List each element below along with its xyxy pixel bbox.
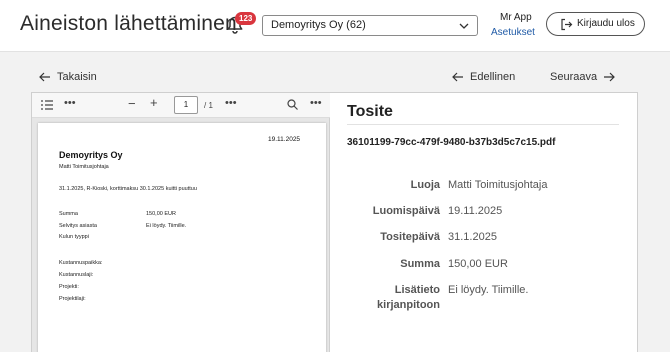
page-number-input[interactable]: 1	[174, 96, 198, 114]
pdf-description: 31.1.2025, R-Kioski, korttimaksu 30.1.20…	[59, 186, 197, 192]
settings-link[interactable]: Asetukset	[491, 27, 535, 38]
document-panel: ••• − + 1 / 1 ••• ••• 19.11.2025 Demoyri…	[31, 92, 638, 352]
arrow-left-icon	[452, 72, 463, 82]
field-value-voucher-date: 31.1.2025	[448, 231, 497, 243]
pdf-toolbar: ••• − + 1 / 1 ••• •••	[32, 93, 330, 118]
company-select-value: Demoyritys Oy (62)	[271, 19, 366, 31]
next-link[interactable]: Seuraava	[550, 71, 615, 83]
arrow-left-icon	[39, 72, 50, 82]
arrow-right-icon	[604, 72, 615, 82]
field-value-info: Ei löydy. Tiimille.	[448, 284, 529, 296]
pdf-row-label: Kustannuspaikka:	[59, 260, 103, 266]
previous-label: Edellinen	[470, 71, 516, 83]
pdf-row-label: Selvitys asiasta	[59, 223, 97, 229]
pdf-page: 19.11.2025 Demoyritys Oy Matti Toimitusj…	[38, 123, 326, 352]
back-link[interactable]: Takaisin	[39, 71, 97, 83]
outline-icon[interactable]	[41, 100, 53, 110]
field-label-info-line2: kirjanpitoon	[377, 299, 440, 311]
page-title: Aineiston lähettäminen	[20, 12, 237, 35]
chevron-down-icon	[459, 23, 469, 29]
menu-icon[interactable]: •••	[310, 96, 322, 110]
zoom-in-icon[interactable]: +	[150, 96, 158, 110]
pdf-row-value: 150,00 EUR	[146, 211, 176, 217]
pdf-date: 19.11.2025	[268, 136, 301, 143]
logout-label: Kirjaudu ulos	[577, 18, 635, 29]
more-icon[interactable]: •••	[225, 96, 237, 110]
previous-link[interactable]: Edellinen	[452, 71, 515, 83]
more-icon[interactable]: •••	[64, 96, 76, 110]
field-label-creator: Luoja	[410, 179, 440, 191]
pdf-row-label: Kulun tyyppi	[59, 234, 89, 240]
field-label-voucher-date: Tositepäivä	[380, 231, 440, 243]
logout-icon	[561, 18, 573, 31]
search-icon[interactable]	[287, 99, 298, 110]
pdf-row-label: Projekti:	[59, 284, 79, 290]
pdf-row-label: Projektilaji:	[59, 296, 86, 302]
app-header: Aineiston lähettäminen 123 Demoyritys Oy…	[0, 0, 670, 52]
divider	[347, 124, 619, 125]
field-label-amount: Summa	[400, 258, 440, 270]
pdf-row-label: Summa	[59, 211, 78, 217]
field-value-created-date: 19.11.2025	[448, 205, 503, 217]
document-details: Tosite 36101199-79cc-479f-9480-b37b3d5c7…	[331, 93, 639, 352]
pdf-person: Matti Toimitusjohtaja	[59, 164, 109, 170]
field-value-creator: Matti Toimitusjohtaja	[448, 179, 548, 191]
field-label-created-date: Luomispäivä	[372, 205, 440, 217]
field-value-amount: 150,00 EUR	[448, 258, 508, 270]
field-label-info-line1: Lisätieto	[394, 284, 440, 296]
pdf-row-label: Kustannuslaji:	[59, 272, 94, 278]
pdf-company: Demoyritys Oy	[59, 150, 123, 160]
notification-badge: 123	[235, 12, 257, 25]
back-label: Takaisin	[57, 71, 97, 83]
zoom-out-icon[interactable]: −	[128, 97, 136, 111]
page-total: / 1	[204, 101, 213, 110]
pdf-row-value: Ei löydy. Tiimille.	[146, 223, 187, 229]
company-select[interactable]: Demoyritys Oy (62)	[262, 15, 478, 36]
pdf-viewer: ••• − + 1 / 1 ••• ••• 19.11.2025 Demoyri…	[32, 93, 330, 352]
next-label: Seuraava	[550, 71, 598, 83]
details-title: Tosite	[347, 103, 393, 120]
user-name: Mr App	[500, 12, 532, 23]
logout-button[interactable]: Kirjaudu ulos	[546, 12, 645, 36]
file-name: 36101199-79cc-479f-9480-b37b3d5c7c15.pdf	[347, 137, 556, 148]
